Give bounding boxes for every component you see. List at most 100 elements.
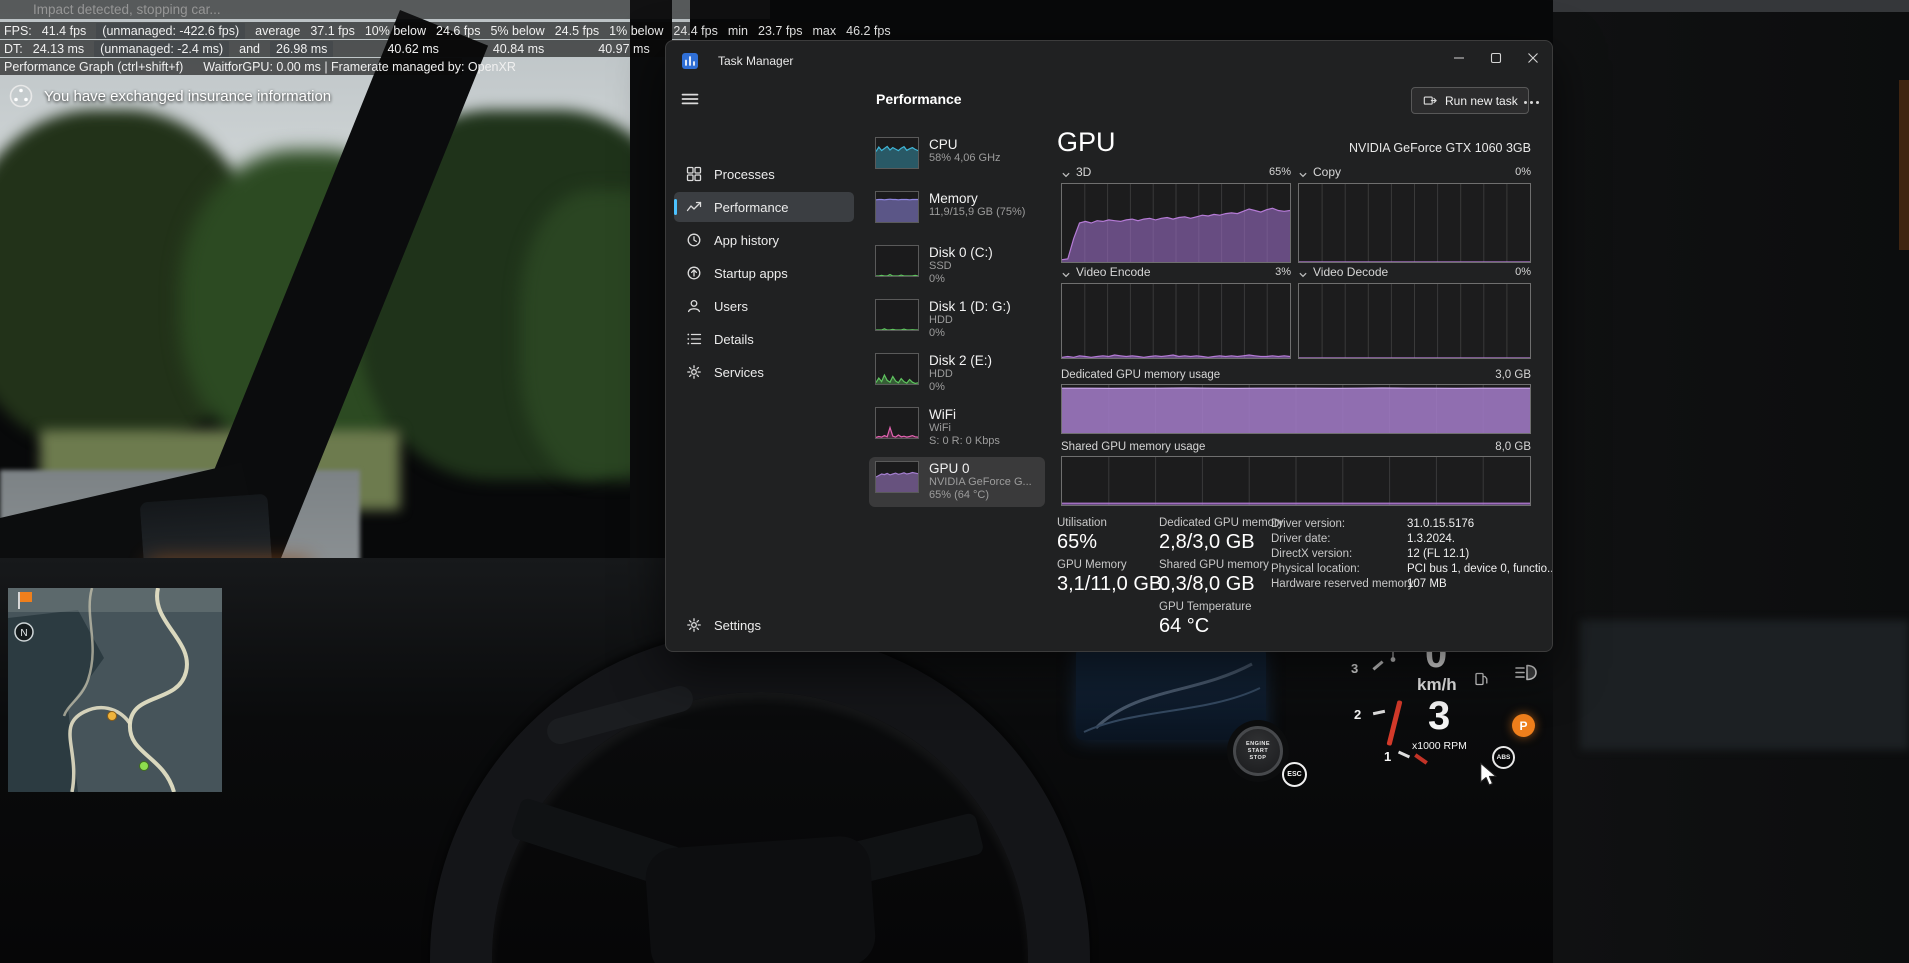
speed-unit: km/h [1417, 675, 1457, 694]
mouse-cursor [1478, 762, 1500, 788]
steering-wheel-hub [643, 834, 878, 963]
sidebar-item-label: Users [714, 298, 748, 314]
cpu-mini-chart [875, 137, 919, 169]
sidebar-item-users[interactable]: Users [674, 291, 854, 321]
dedicated-memory-max: 3,0 GB [1495, 369, 1531, 381]
hardware-reserved-memory-label: Hardware reserved memory: [1271, 578, 1417, 590]
steering-wheel-rim [430, 630, 1090, 963]
driver-version-label: Driver version: [1271, 518, 1346, 530]
sidebar-item-settings[interactable]: Settings [674, 610, 854, 640]
fps-p5: 24.5 fps [554, 23, 600, 38]
run-new-task-button[interactable]: Run new task [1411, 87, 1529, 114]
fps-p1-label: 1% below [609, 23, 664, 38]
fps-label: FPS: [4, 23, 32, 38]
scene-trees-3 [360, 110, 690, 480]
rpm-tick-1: 1 [1384, 749, 1392, 764]
memory-mini-chart [875, 191, 919, 223]
sidebar-item-details[interactable]: Details [674, 324, 854, 354]
scene-road [0, 470, 360, 590]
chevron-down-icon[interactable] [1061, 168, 1071, 177]
impact-message-row: Impact detected, stopping car... [0, 0, 770, 19]
performance-metrics-list: CPU 58% 4,06 GHz Memory 11,9/15,9 GB (75%)… [869, 123, 1049, 651]
fps-avg: 37.1 fps [310, 23, 355, 38]
svg-text:N: N [20, 628, 27, 639]
chevron-down-icon[interactable] [1298, 168, 1308, 177]
metric-gpu0[interactable]: GPU 0 NVIDIA GeForce G... 65% (64 °C) [869, 457, 1045, 507]
metric-disk1[interactable]: Disk 1 (D: G:) HDD 0% [869, 295, 1045, 345]
maximize-button[interactable] [1477, 41, 1514, 75]
chart-3d-label: 3D [1076, 165, 1092, 179]
sidebar-item-label: Details [714, 331, 754, 347]
metric-cpu[interactable]: CPU 58% 4,06 GHz [869, 133, 1045, 183]
startup-apps-icon [686, 265, 702, 281]
gpu-shared-memory-chart [1061, 456, 1531, 506]
close-button[interactable] [1514, 41, 1551, 75]
gpu-mini-chart [875, 461, 919, 493]
cabin-right-window [1580, 620, 1909, 750]
sidebar-item-startup-apps[interactable]: Startup apps [674, 258, 854, 288]
impact-message: Impact detected, stopping car... [33, 2, 221, 17]
chevron-down-icon[interactable] [1061, 268, 1071, 277]
gpu-memory-label: GPU Memory [1057, 559, 1127, 571]
fps-p10-label: 10% below [364, 23, 426, 38]
dt-p5: 40.84 ms [492, 41, 545, 56]
gpu-video-decode-chart [1298, 283, 1531, 359]
gpu-3d-chart [1061, 183, 1291, 263]
tachometer-needle [1386, 700, 1403, 746]
disk0-mini-chart [875, 245, 919, 277]
more-options-button[interactable] [1518, 93, 1544, 111]
services-icon [686, 364, 702, 380]
cabin-right-orange-sliver [1899, 80, 1909, 250]
sidebar-item-label: Services [714, 364, 764, 380]
redline-mark [1414, 753, 1428, 765]
sidebar-item-label: Performance [714, 199, 789, 215]
fps-max-label: max [812, 23, 837, 38]
parking-brake-indicator: P [1512, 714, 1535, 737]
dt-row: DT: 24.13 ms (unmanaged: -2.4 ms) and 26… [0, 40, 700, 57]
scene-grass [40, 430, 400, 510]
compass-icon: N [14, 622, 34, 642]
users-icon [686, 298, 702, 314]
dt-and-label: and [239, 41, 261, 56]
sidebar-item-app-history[interactable]: App history [674, 225, 854, 255]
sidebar-item-label: Startup apps [714, 265, 788, 281]
chart-video-decode-label: Video Decode [1313, 265, 1389, 279]
titlebar[interactable]: Task Manager [666, 41, 1552, 81]
physical-location-label: Physical location: [1271, 563, 1360, 575]
rpm-tick-mark-2 [1372, 709, 1386, 716]
chevron-down-icon[interactable] [1298, 268, 1308, 277]
sidebar-item-label: App history [714, 232, 780, 248]
directx-version-label: DirectX version: [1271, 548, 1353, 560]
gpu-device-name: NVIDIA GeForce GTX 1060 3GB [1348, 141, 1531, 155]
disk1-mini-chart [875, 299, 919, 331]
chart-3d-value: 65% [1268, 166, 1291, 178]
metric-memory[interactable]: Memory 11,9/15,9 GB (75%) [869, 187, 1045, 237]
metric-disk2[interactable]: Disk 2 (E:) HDD 0% [869, 349, 1045, 399]
sidebar-item-services[interactable]: Services [674, 357, 854, 387]
sidebar-item-label: Processes [714, 166, 775, 182]
rpm-tick-3: 3 [1351, 661, 1359, 676]
settings-gear-icon [686, 617, 702, 633]
gpu-video-encode-chart [1061, 283, 1291, 359]
scene-trees-1 [0, 110, 260, 450]
minimize-button[interactable] [1440, 41, 1477, 75]
engine-start-stop-button[interactable]: ENGINE START STOP [1233, 726, 1283, 776]
metric-disk0[interactable]: Disk 0 (C:) SSD 0% [869, 241, 1045, 291]
sidebar-item-processes[interactable]: Processes [674, 159, 854, 189]
dt-p1: 40.97 ms [598, 41, 650, 56]
sidebar-item-performance[interactable]: Performance [674, 192, 854, 222]
processes-icon [686, 166, 702, 182]
minimap-waypoint-dot [107, 711, 117, 721]
fps-row: FPS: 41.4 fps (unmanaged: -422.6 fps) av… [0, 22, 891, 39]
rpm-tick-2: 2 [1354, 707, 1362, 722]
app-history-icon [686, 232, 702, 248]
scene-trees-2 [180, 150, 440, 460]
metric-wifi[interactable]: WiFi WiFi S: 0 R: 0 Kbps [869, 403, 1045, 453]
dt-p10: 40.62 ms [387, 41, 439, 56]
gpu-temperature-value: 64 °C [1159, 615, 1210, 637]
task-manager-window: Task Manager Processes Performance App h… [665, 40, 1553, 652]
hamburger-menu-button[interactable] [680, 89, 700, 109]
rpm-tick-mark-1 [1372, 660, 1384, 671]
insurance-message: You have exchanged insurance information [44, 87, 332, 105]
dt-avg: 26.98 ms [270, 40, 334, 57]
